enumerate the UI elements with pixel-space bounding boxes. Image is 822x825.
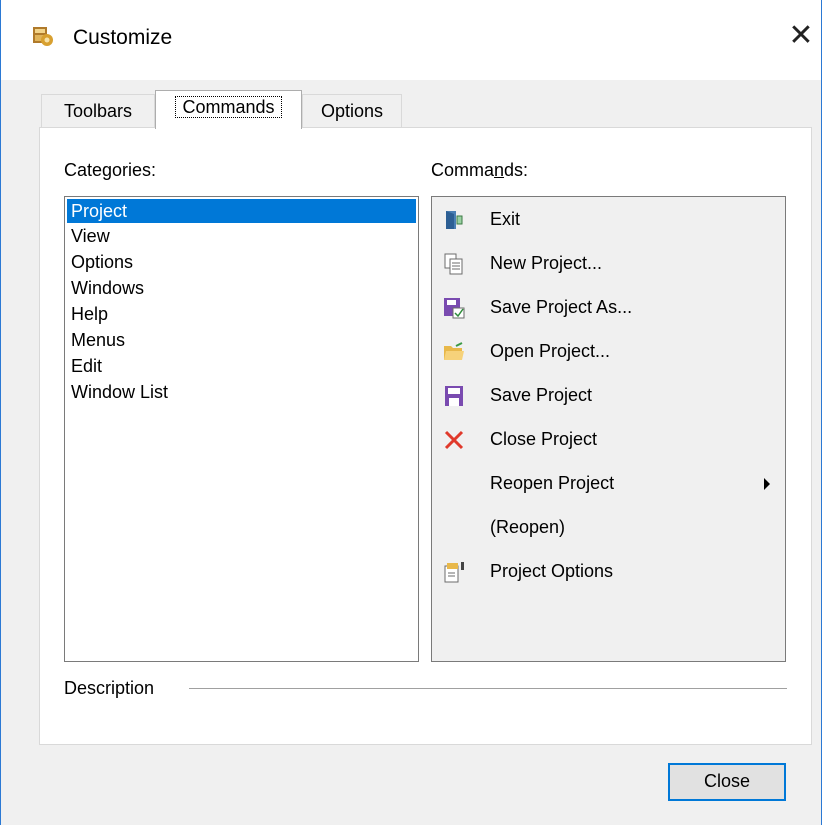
tab-commands[interactable]: Commands — [155, 90, 302, 129]
command-label: Save Project As... — [490, 297, 633, 317]
customize-app-icon — [33, 27, 53, 46]
category-item-window-list[interactable]: Window List — [65, 379, 418, 405]
command-label: Reopen Project — [490, 473, 615, 493]
close-window-icon[interactable]: ✕ — [783, 18, 819, 54]
category-item-menus[interactable]: Menus — [65, 327, 418, 353]
save-disk-icon — [445, 386, 463, 406]
category-item-edit[interactable]: Edit — [65, 353, 418, 379]
categories-listbox[interactable]: Project View Options Windows Help Menus … — [64, 196, 419, 662]
category-item-project[interactable]: Project — [67, 199, 416, 223]
command-item-project-options[interactable]: Project Options — [432, 549, 785, 593]
command-item-close-project[interactable]: Close Project — [432, 417, 785, 461]
command-item-save-project[interactable]: Save Project — [432, 373, 785, 417]
command-label: Save Project — [490, 385, 593, 405]
command-item-reopen-project[interactable]: Reopen Project — [432, 461, 785, 505]
command-item-open-project[interactable]: Open Project... — [432, 329, 785, 373]
commands-label: Commands: — [431, 160, 529, 180]
description-label: Description — [64, 678, 155, 698]
description-divider — [189, 688, 787, 689]
customize-dialog: Customize ✕ Toolbars Commands Options Ca… — [0, 0, 822, 825]
tab-toolbars-label: Toolbars — [63, 101, 133, 121]
tab-options-label: Options — [320, 101, 384, 121]
command-label: New Project... — [490, 253, 603, 273]
red-x-icon — [444, 430, 464, 450]
save-as-icon — [444, 298, 465, 319]
command-label: Project Options — [490, 561, 614, 581]
command-label: Open Project... — [490, 341, 611, 361]
command-item-exit[interactable]: Exit — [432, 197, 785, 241]
open-folder-icon — [444, 342, 464, 360]
tab-toolbars[interactable]: Toolbars — [41, 94, 155, 127]
command-label: Exit — [490, 209, 521, 229]
exit-door-icon — [446, 211, 463, 229]
command-item-save-project-as[interactable]: Save Project As... — [432, 285, 785, 329]
tab-options[interactable]: Options — [302, 94, 402, 127]
command-item-new-project[interactable]: New Project... — [432, 241, 785, 285]
window-title: Customize — [73, 26, 173, 49]
command-item-reopen[interactable]: (Reopen) — [432, 505, 785, 549]
category-item-view[interactable]: View — [65, 223, 418, 249]
category-item-windows[interactable]: Windows — [65, 275, 418, 301]
category-item-options[interactable]: Options — [65, 249, 418, 275]
title-bar: Customize ✕ — [1, 0, 821, 80]
close-button[interactable]: Close — [668, 763, 786, 801]
new-document-icon — [444, 253, 463, 275]
submenu-arrow-icon — [764, 478, 770, 490]
command-label: Close Project — [490, 429, 598, 449]
command-label: (Reopen) — [490, 517, 566, 537]
project-options-icon — [444, 562, 464, 583]
commands-listbox[interactable]: Exit New Project... Save Project As... O… — [431, 196, 786, 662]
tab-commands-label: Commands — [175, 96, 282, 118]
category-item-help[interactable]: Help — [65, 301, 418, 327]
categories-label: Categories: — [64, 160, 157, 180]
